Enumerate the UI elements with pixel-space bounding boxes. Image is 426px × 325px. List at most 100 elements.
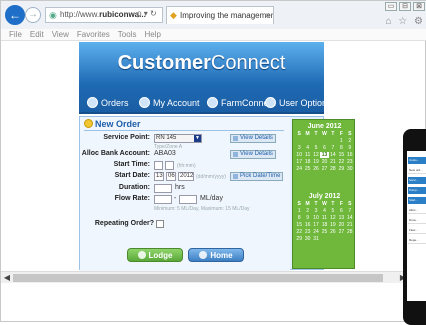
calendar-day[interactable]: 31 bbox=[312, 236, 320, 242]
calendar-day[interactable]: 20 bbox=[337, 222, 345, 228]
start-hour-input[interactable] bbox=[154, 161, 163, 170]
menu-help[interactable]: Help bbox=[144, 29, 160, 41]
menu-file[interactable]: File bbox=[9, 29, 22, 41]
calendar-day[interactable]: 2 bbox=[346, 138, 354, 144]
flow-rate-max-input[interactable] bbox=[179, 195, 197, 204]
calendar-day[interactable]: 12 bbox=[329, 215, 337, 221]
calendar-day[interactable]: 1 bbox=[337, 138, 345, 144]
calendar-day[interactable]: 21 bbox=[346, 222, 354, 228]
pick-date-button[interactable]: Pick Date/Time bbox=[230, 172, 284, 181]
back-button[interactable]: ← bbox=[5, 5, 25, 25]
calendar-day[interactable]: 9 bbox=[303, 215, 311, 221]
calendar-day[interactable]: 5 bbox=[312, 145, 320, 151]
calendar-day[interactable]: 22 bbox=[337, 159, 345, 165]
calendar-day[interactable]: 30 bbox=[303, 236, 311, 242]
calendar-day[interactable]: 8 bbox=[337, 145, 345, 151]
nav-orders[interactable]: Orders bbox=[87, 96, 129, 110]
calendar-day[interactable]: 15 bbox=[295, 222, 303, 228]
calendar-day[interactable]: 15 bbox=[337, 152, 345, 158]
browser-tab[interactable]: ◆ Improving the managemen... × bbox=[166, 6, 274, 24]
service-point-select[interactable]: RN 145 ▼ bbox=[154, 134, 202, 143]
menu-favorites[interactable]: Favorites bbox=[77, 29, 110, 41]
toolbar-icons[interactable]: ⌂ ☆ ⚙ bbox=[385, 16, 425, 27]
calendar-day[interactable]: 9 bbox=[346, 145, 354, 151]
calendar-day[interactable]: 27 bbox=[320, 166, 328, 172]
duration-input[interactable] bbox=[154, 184, 172, 193]
calendar-day[interactable]: 6 bbox=[320, 145, 328, 151]
calendar-day[interactable]: 14 bbox=[346, 215, 354, 221]
maximize-button[interactable]: ⊟ bbox=[399, 2, 411, 11]
calendar-day[interactable]: 10 bbox=[295, 152, 303, 158]
calendar-day[interactable]: 24 bbox=[295, 166, 303, 172]
calendar-day[interactable]: 8 bbox=[295, 215, 303, 221]
calendar-day[interactable]: 30 bbox=[346, 166, 354, 172]
calendar-day[interactable]: 16 bbox=[346, 152, 354, 158]
scrollbar-thumb[interactable] bbox=[13, 274, 383, 282]
calendar-day[interactable]: 2 bbox=[303, 208, 311, 214]
horizontal-scrollbar[interactable]: ◀ ▶ bbox=[1, 271, 411, 283]
menu-edit[interactable]: Edit bbox=[30, 29, 44, 41]
calendar-day[interactable]: 29 bbox=[295, 236, 303, 242]
calendar-day[interactable]: 1 bbox=[295, 208, 303, 214]
view-details-button[interactable]: View Details bbox=[230, 134, 276, 143]
calendar-day[interactable]: 5 bbox=[329, 208, 337, 214]
calendar-day[interactable]: 26 bbox=[312, 166, 320, 172]
calendar-day[interactable]: 13 bbox=[337, 215, 345, 221]
calendar-day[interactable]: 16 bbox=[303, 222, 311, 228]
lodge-button[interactable]: Lodge bbox=[127, 248, 183, 262]
tab-close-icon[interactable]: × bbox=[265, 7, 270, 24]
start-month-input[interactable]: 06 bbox=[166, 172, 176, 181]
site-logo[interactable]: CustomerConnect bbox=[79, 52, 324, 75]
calendar-day[interactable]: 10 bbox=[312, 215, 320, 221]
calendar-day[interactable]: 23 bbox=[303, 229, 311, 235]
calendar-day[interactable]: 6 bbox=[337, 208, 345, 214]
calendar-day[interactable]: 13 bbox=[320, 152, 329, 158]
calendar-day[interactable]: 3 bbox=[312, 208, 320, 214]
start-year-input[interactable]: 2012 bbox=[178, 172, 194, 181]
nav-my-account[interactable]: My Account bbox=[139, 96, 200, 110]
close-button[interactable]: ⊠ bbox=[413, 2, 425, 11]
calendar-day[interactable]: 23 bbox=[346, 159, 354, 165]
calendar-day[interactable]: 4 bbox=[303, 145, 311, 151]
calendar-day[interactable]: 22 bbox=[295, 229, 303, 235]
home-button[interactable]: Home bbox=[188, 248, 244, 262]
calendar-day[interactable]: 26 bbox=[329, 229, 337, 235]
calendar-day[interactable]: 7 bbox=[329, 145, 337, 151]
calendar-day[interactable]: 11 bbox=[320, 215, 328, 221]
calendar-day[interactable]: 25 bbox=[320, 229, 328, 235]
calendar-day[interactable]: 14 bbox=[329, 152, 337, 158]
nav-user-options[interactable]: User Options bbox=[265, 96, 332, 110]
calendar-day[interactable]: 21 bbox=[329, 159, 337, 165]
minimize-button[interactable]: ▭ bbox=[385, 2, 397, 11]
repeating-checkbox[interactable] bbox=[156, 220, 164, 228]
forward-button[interactable]: → bbox=[25, 7, 41, 23]
calendar-day[interactable]: 19 bbox=[329, 222, 337, 228]
calendar-day[interactable]: 18 bbox=[303, 159, 311, 165]
calendar-day[interactable]: 17 bbox=[312, 222, 320, 228]
calendar-day[interactable]: 7 bbox=[346, 208, 354, 214]
calendar-day[interactable]: 3 bbox=[295, 145, 303, 151]
menu-tools[interactable]: Tools bbox=[118, 29, 137, 41]
phone-row: Custo... bbox=[408, 157, 426, 164]
calendar-day[interactable]: 4 bbox=[320, 208, 328, 214]
menu-view[interactable]: View bbox=[52, 29, 69, 41]
calendar-day[interactable]: 11 bbox=[303, 152, 311, 158]
calendar-day[interactable]: 24 bbox=[312, 229, 320, 235]
scroll-left-icon[interactable]: ◀ bbox=[1, 272, 13, 284]
calendar-day[interactable]: 27 bbox=[337, 229, 345, 235]
start-minute-input[interactable] bbox=[165, 161, 174, 170]
flow-rate-hint: Minimum: 5 ML/Day, Maximum: 15 ML/Day bbox=[154, 206, 250, 212]
calendar-day[interactable]: 29 bbox=[337, 166, 345, 172]
calendar-day[interactable]: 17 bbox=[295, 159, 303, 165]
calendar-day[interactable]: 20 bbox=[320, 159, 328, 165]
start-day-input[interactable]: 13 bbox=[154, 172, 164, 181]
calendar-day[interactable]: 12 bbox=[312, 152, 320, 158]
address-tools[interactable]: ρ ▾ ↻ bbox=[137, 7, 157, 21]
calendar-day[interactable]: 28 bbox=[329, 166, 337, 172]
calendar-day[interactable]: 28 bbox=[346, 229, 354, 235]
calendar-day[interactable]: 18 bbox=[320, 222, 328, 228]
alloc-view-details-button[interactable]: View Details bbox=[230, 150, 276, 159]
calendar-day[interactable]: 25 bbox=[303, 166, 311, 172]
calendar-day[interactable]: 19 bbox=[312, 159, 320, 165]
flow-rate-min-input[interactable] bbox=[154, 195, 172, 204]
